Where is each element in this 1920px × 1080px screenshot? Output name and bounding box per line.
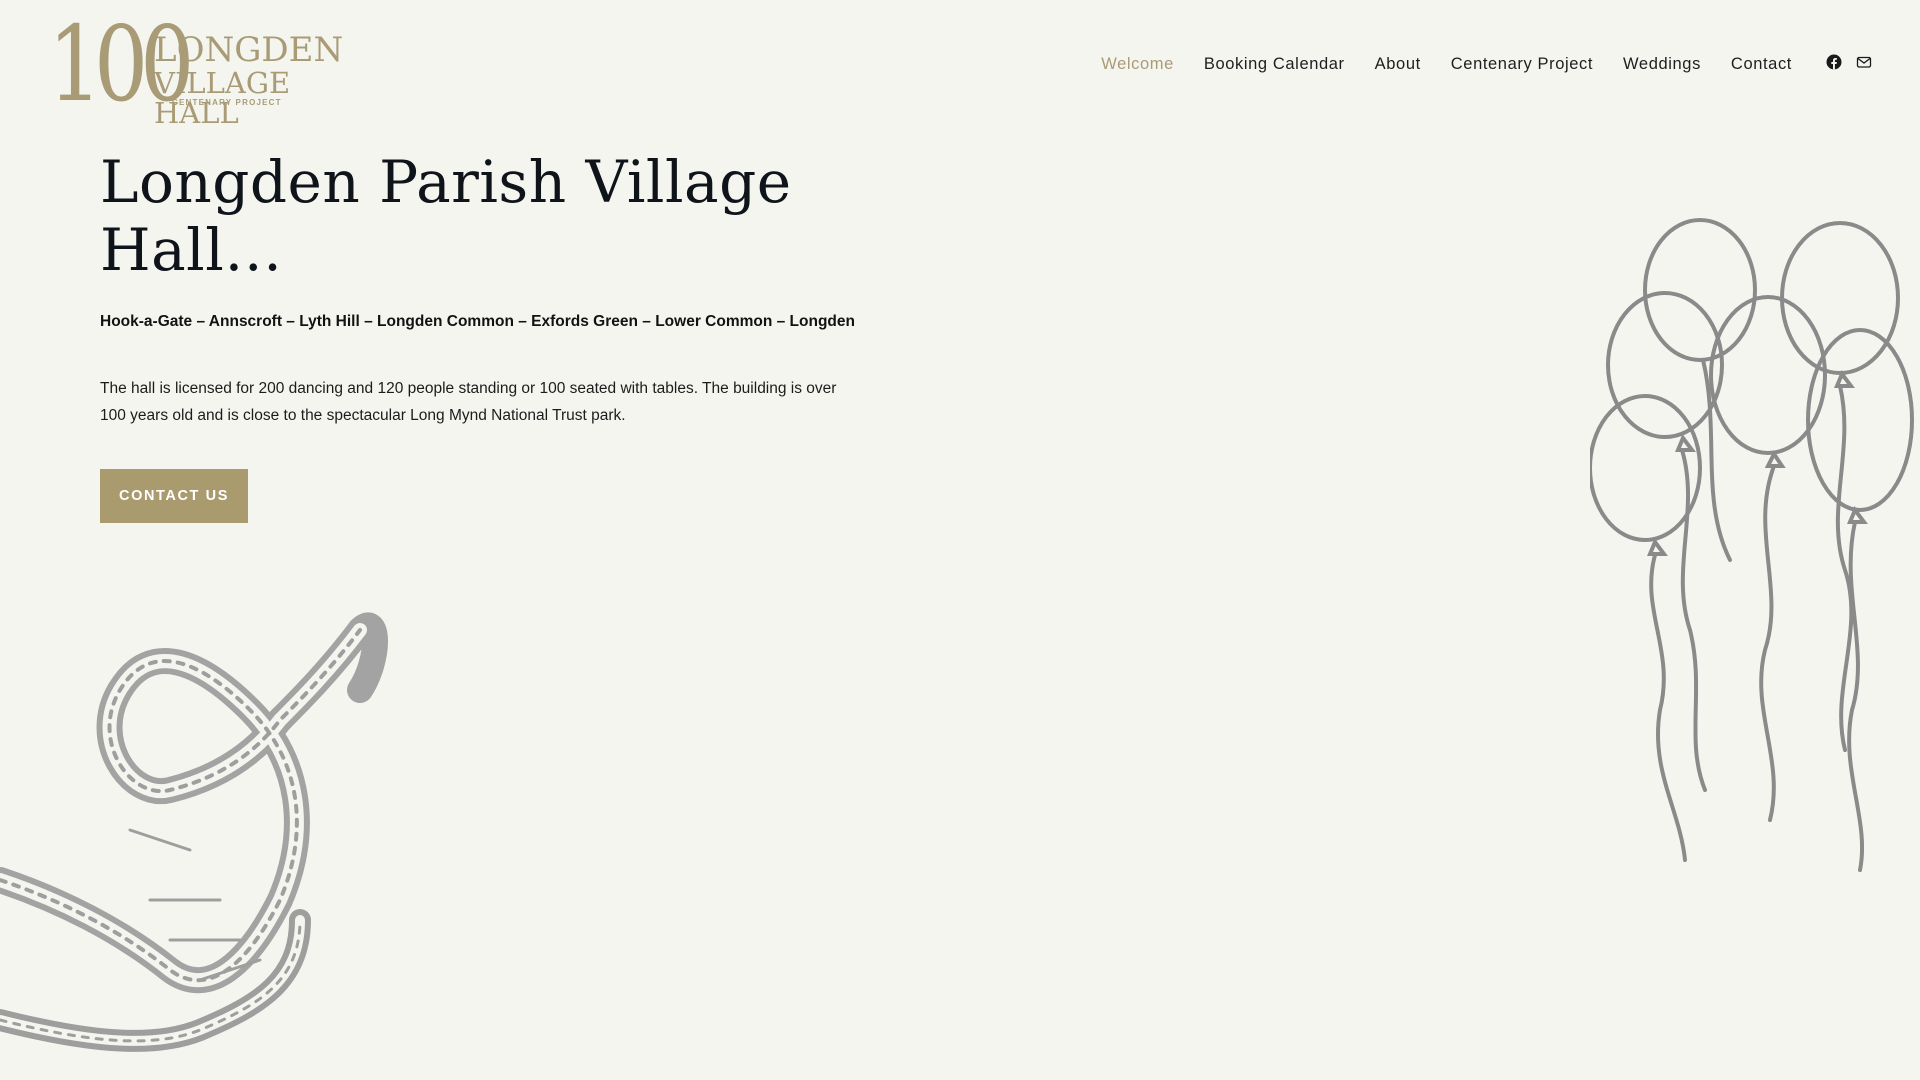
- nav-item-contact[interactable]: Contact: [1731, 55, 1792, 74]
- logo-title-line1: LONGDEN: [154, 30, 344, 70]
- nav-item-welcome[interactable]: Welcome: [1101, 55, 1174, 74]
- nav-item-centenary-project[interactable]: Centenary Project: [1451, 55, 1593, 74]
- main-navigation: Welcome Booking Calendar About Centenary…: [1101, 52, 1792, 76]
- parish-places: Hook-a-Gate – Annscroft – Lyth Hill – Lo…: [100, 313, 855, 330]
- balloons-illustration: [1590, 218, 1914, 872]
- site-logo[interactable]: 100 LONGDEN VILLAGE HALL CENTENARY PROJE…: [48, 12, 343, 128]
- facebook-icon[interactable]: [1826, 54, 1842, 70]
- page-title: Longden Parish Village Hall…: [100, 148, 792, 284]
- nav-item-about[interactable]: About: [1375, 55, 1421, 74]
- mail-icon[interactable]: [1856, 54, 1872, 70]
- contact-us-button[interactable]: CONTACT US: [100, 469, 248, 523]
- hero-section: Longden Parish Village Hall… Hook-a-Gate…: [100, 148, 860, 523]
- logo-subtitle: CENTENARY PROJECT: [172, 98, 282, 107]
- site-header: 100 LONGDEN VILLAGE HALL CENTENARY PROJE…: [0, 0, 1920, 130]
- nav-item-booking-calendar[interactable]: Booking Calendar: [1204, 55, 1345, 74]
- nav-item-weddings[interactable]: Weddings: [1623, 55, 1701, 74]
- social-links: [1826, 54, 1872, 70]
- film-strip-illustration: [0, 612, 388, 1052]
- hall-description: The hall is licensed for 200 dancing and…: [100, 380, 837, 424]
